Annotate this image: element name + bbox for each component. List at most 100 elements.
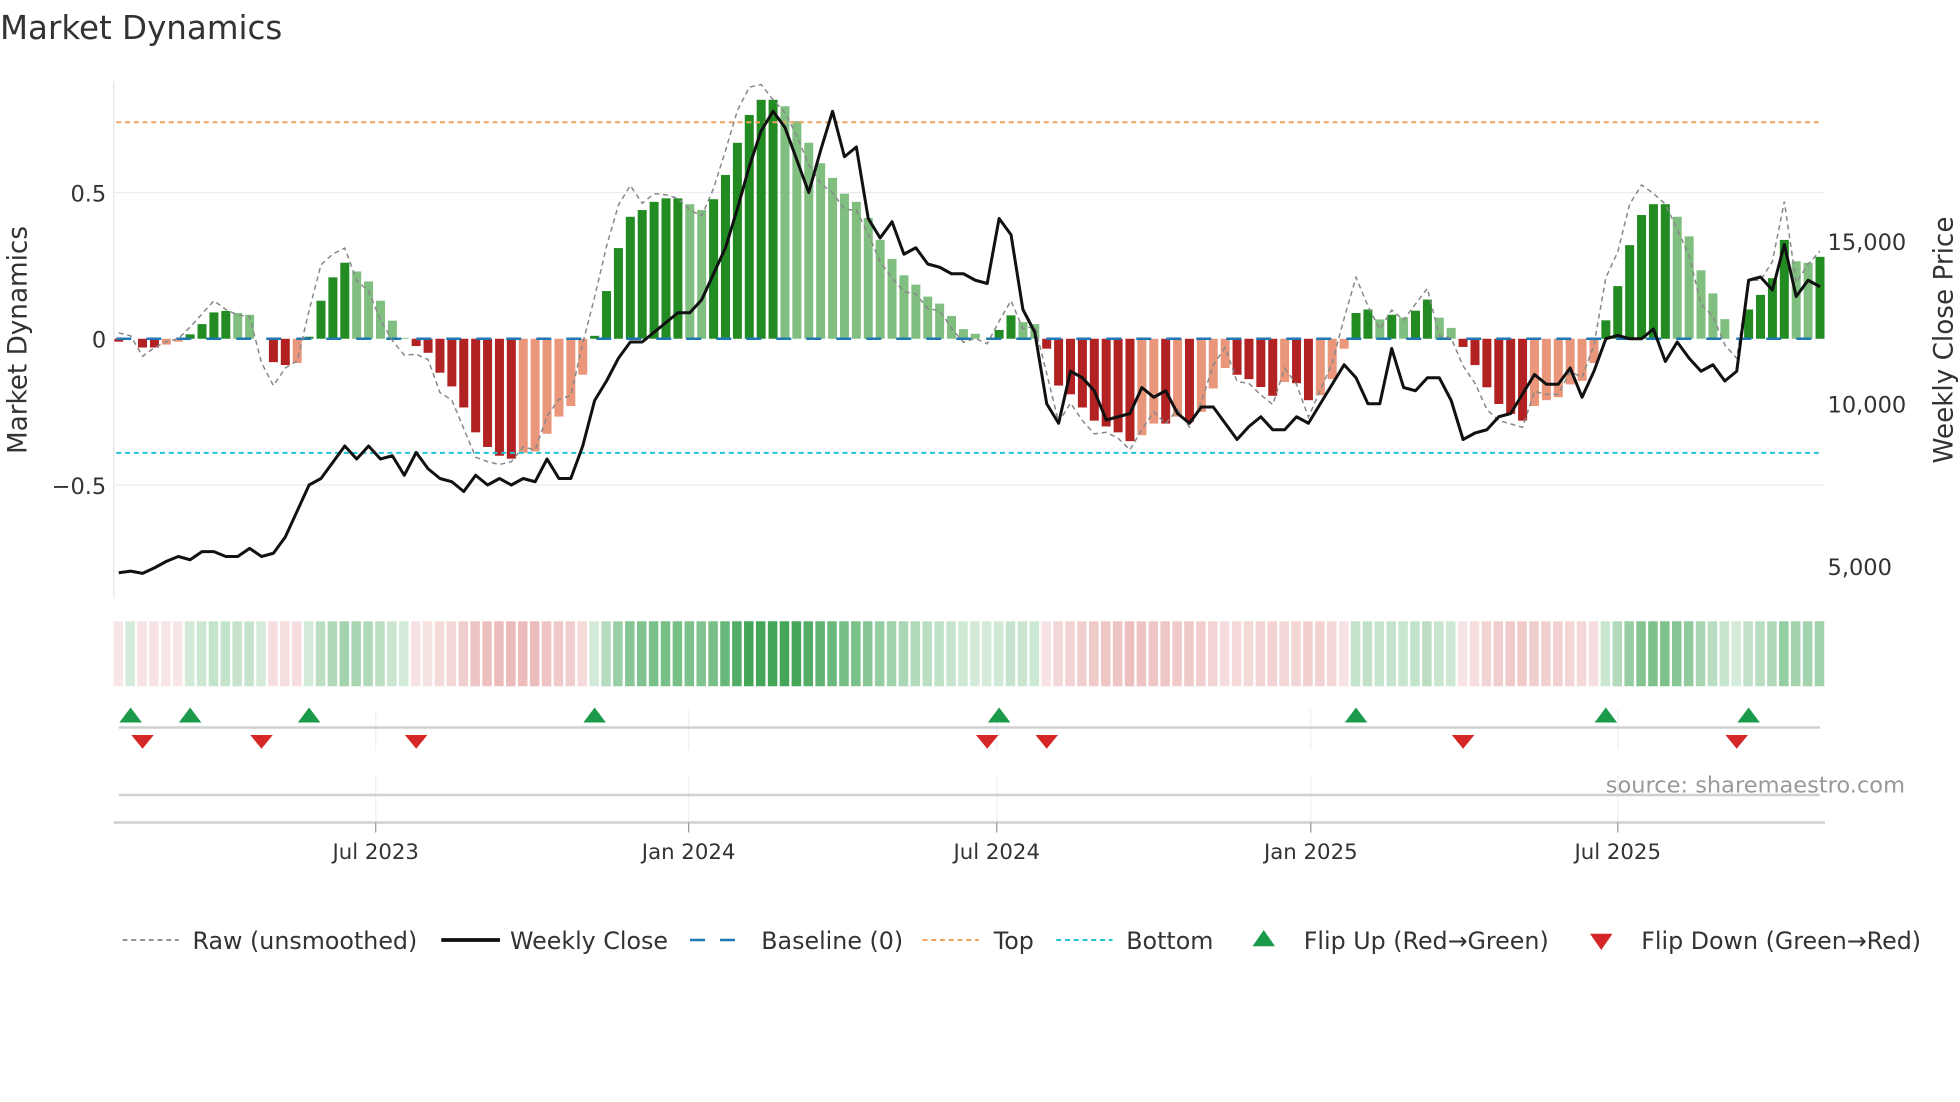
strip-cell <box>565 621 576 687</box>
strip-cell <box>529 621 540 687</box>
bar <box>851 201 861 339</box>
strip-cell <box>1065 621 1075 687</box>
bar <box>233 313 243 339</box>
strip-cell <box>1481 621 1492 687</box>
strip-cell <box>1291 621 1301 687</box>
bar <box>352 271 362 339</box>
flip-down-marker <box>131 735 154 749</box>
strip-cell <box>696 621 706 687</box>
strip-cell <box>184 621 195 687</box>
flip-up-marker <box>1737 707 1760 723</box>
strip-cell <box>399 621 409 687</box>
bar <box>483 338 493 447</box>
raw-line <box>118 83 1821 466</box>
bar <box>1184 338 1194 422</box>
strip-cell <box>1636 621 1646 687</box>
strip-cell <box>327 621 338 687</box>
strip-cell <box>1029 621 1040 687</box>
strip-cell <box>1136 621 1147 687</box>
strip-cell <box>791 621 802 687</box>
bar <box>958 329 968 339</box>
bar <box>804 142 814 339</box>
flip-down-marker <box>250 735 273 749</box>
strip-cell <box>291 621 302 687</box>
bar <box>1220 338 1230 368</box>
strip-cell <box>660 621 671 687</box>
bar <box>471 338 481 433</box>
bar <box>816 163 826 339</box>
flip-down-marker <box>1451 735 1475 749</box>
strip-cell <box>1553 621 1563 687</box>
bar <box>1292 338 1302 384</box>
strip-cell <box>708 621 718 687</box>
bar <box>1411 310 1421 339</box>
strip-cell <box>268 621 278 687</box>
strip-cell <box>470 621 480 687</box>
bar <box>923 296 933 339</box>
strip-cell <box>1719 621 1730 687</box>
strip-cell <box>482 621 492 687</box>
y2-tick-label: 5,000 <box>1828 555 1892 581</box>
strip-cell <box>779 621 790 687</box>
strip-cell <box>1422 621 1432 687</box>
bar <box>1529 338 1539 407</box>
bar <box>1672 216 1682 339</box>
bar <box>1815 256 1825 339</box>
strip-cell <box>874 621 885 687</box>
bar <box>1303 338 1313 401</box>
bar <box>1470 338 1480 366</box>
flip-down-marker <box>1725 735 1748 749</box>
strip-cell <box>934 621 944 687</box>
strip-cell <box>351 621 361 687</box>
bar <box>375 300 385 339</box>
bar <box>673 198 683 339</box>
bar <box>649 201 659 339</box>
strip-cell <box>1541 621 1551 687</box>
x-tick-label: Jul 2024 <box>951 840 1039 865</box>
bar <box>839 193 849 339</box>
strip-cell <box>1362 621 1373 687</box>
strip-cell <box>732 621 742 687</box>
strip-cell <box>161 621 171 687</box>
strip-cell <box>1089 621 1099 687</box>
bar <box>1494 338 1504 404</box>
strip-cell <box>232 621 242 687</box>
flip-up-marker <box>987 707 1011 723</box>
bar <box>506 338 516 459</box>
strip-cell <box>1303 621 1313 687</box>
strip-cell <box>1779 621 1789 687</box>
bar <box>899 275 909 339</box>
strip-cell <box>922 621 932 687</box>
flip-down-marker <box>404 735 428 749</box>
flip-up-marker <box>297 707 321 723</box>
x-tick-label: Jan 2024 <box>640 840 736 865</box>
strip-cell <box>1267 621 1277 687</box>
bar <box>828 177 838 339</box>
strip-cell <box>1398 621 1408 687</box>
strip-cell <box>1374 621 1385 687</box>
bar <box>1541 338 1551 401</box>
bar <box>1637 215 1647 339</box>
bar <box>1803 262 1813 339</box>
strip-cell <box>422 621 433 687</box>
bar <box>530 338 540 452</box>
strip-cell <box>601 621 611 687</box>
flip-up-marker <box>178 707 202 723</box>
heat-strip <box>113 621 1825 687</box>
strip-cell <box>494 621 504 687</box>
bar <box>364 281 374 339</box>
bar <box>1684 236 1694 339</box>
strip-cell <box>1160 621 1170 687</box>
bar <box>209 312 219 339</box>
strip-cell <box>1243 621 1254 687</box>
strip-cell <box>898 621 909 687</box>
bar <box>268 338 278 363</box>
bar <box>935 303 945 339</box>
legend: Raw (unsmoothed) Weekly Close Baseline (0)… <box>122 927 1921 955</box>
bar <box>197 324 207 339</box>
bars <box>114 99 1825 459</box>
flip-down-marker <box>975 735 999 749</box>
x-tick-label: Jul 2023 <box>330 840 418 865</box>
bar <box>1601 320 1611 339</box>
strip-cell <box>1695 621 1706 687</box>
